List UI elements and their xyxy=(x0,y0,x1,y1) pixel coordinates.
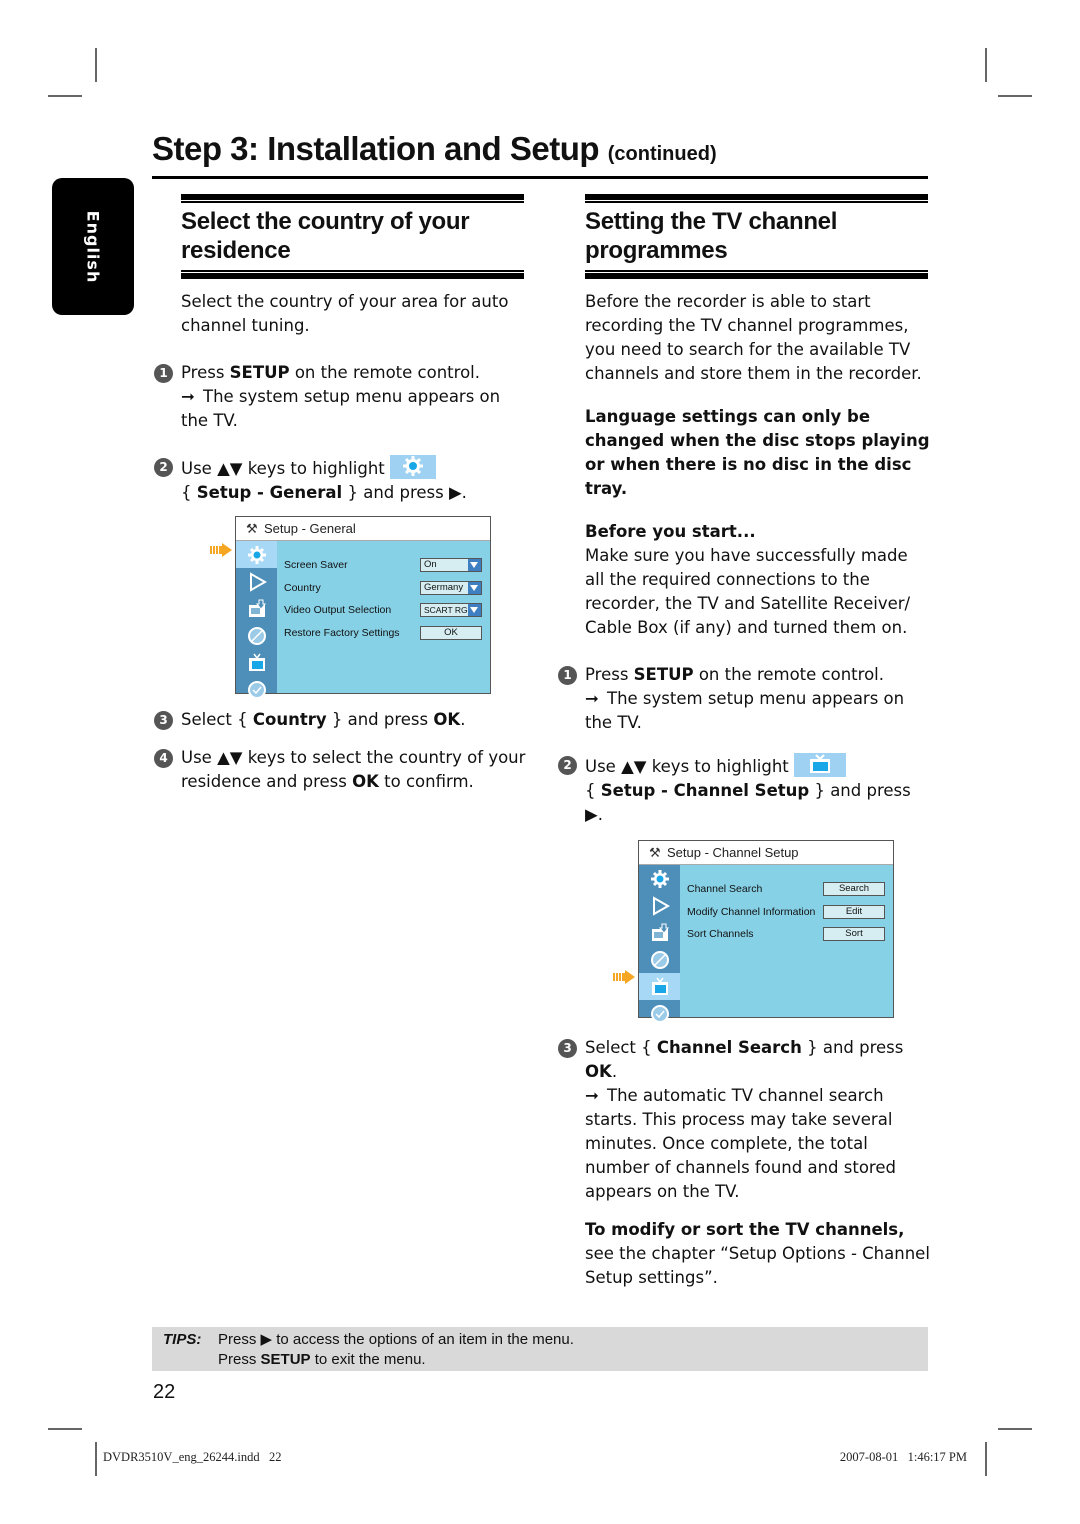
step-1: 1 Press SETUP on the remote control. ➞ Th… xyxy=(154,361,526,433)
continued-label: (continued) xyxy=(607,143,717,165)
menu-row-screen-saver[interactable]: Screen Saver On xyxy=(284,554,482,577)
step-number: 3 xyxy=(558,1039,577,1058)
before-text: Make sure you have successfully made all… xyxy=(585,546,911,637)
ok-button[interactable]: OK xyxy=(420,625,482,640)
left-column: Select the country of your area for auto… xyxy=(154,290,526,505)
step-2: 2 Use ▲▼ keys to highlight { Setup - Gen… xyxy=(154,455,526,505)
page-title: Step 3: Installation and Setup (continue… xyxy=(152,130,717,168)
language-tab: English xyxy=(52,178,134,315)
menu-title-bar: ⚒ Setup - General xyxy=(236,517,490,541)
crop-mark xyxy=(998,95,1032,97)
left-column-lower: 3 Select { Country } and press OK. 4 Use… xyxy=(154,708,526,794)
menu-row-restore-factory[interactable]: Restore Factory Settings OK xyxy=(284,622,482,645)
tips-label: TIPS: xyxy=(163,1331,202,1348)
step-number: 2 xyxy=(558,756,577,775)
edit-button[interactable]: Edit xyxy=(823,904,885,919)
dropdown[interactable]: Germany xyxy=(420,580,482,595)
step-3: 3 Select { Channel Search } and press OK… xyxy=(558,1036,930,1204)
crop-mark xyxy=(95,1442,97,1476)
menu-sidebar xyxy=(236,541,277,699)
right-column-lower: 3 Select { Channel Search } and press OK… xyxy=(558,1036,930,1290)
sort-button[interactable]: Sort xyxy=(823,927,885,942)
result-arrow-icon: ➞ xyxy=(585,689,599,708)
menu-title-bar: ⚒ Setup - Channel Setup xyxy=(639,841,893,865)
record-icon[interactable] xyxy=(639,919,680,946)
clock-icon[interactable] xyxy=(639,1000,680,1027)
section-heading-channels: Setting the TV channel programmes xyxy=(585,207,837,265)
menu-rows: Channel Search Search Modify Channel Info… xyxy=(687,878,885,946)
dropdown[interactable]: On xyxy=(420,558,482,573)
step-4: 4 Use ▲▼ keys to select the country of y… xyxy=(154,746,526,794)
crop-mark xyxy=(48,1428,82,1430)
pointer-arrow-icon xyxy=(613,970,635,984)
crop-mark xyxy=(48,95,82,97)
step-number: 3 xyxy=(154,711,173,730)
footer-file: DVDR3510V_eng_26244.indd 22 xyxy=(103,1450,282,1464)
heading-line: programmes xyxy=(585,237,728,264)
step-1: 1 Press SETUP on the remote control. ➞ Th… xyxy=(558,663,930,735)
menu-row-video-output[interactable]: Video Output Selection SCART RGB xyxy=(284,599,482,622)
gear-icon[interactable] xyxy=(236,541,277,568)
search-button[interactable]: Search xyxy=(823,882,885,897)
intro-text: Select the country of your area for auto… xyxy=(181,292,509,335)
right-column: Before the recorder is able to start rec… xyxy=(558,290,930,827)
tv-icon[interactable] xyxy=(236,649,277,676)
disc-icon[interactable] xyxy=(639,946,680,973)
before-title: Before you start... xyxy=(585,522,756,541)
warning-text: Language settings can only be changed wh… xyxy=(585,407,930,498)
step-2: 2 Use ▲▼ keys to highlight { Setup - Cha… xyxy=(558,753,930,827)
step-number: 2 xyxy=(154,458,173,477)
crop-mark xyxy=(985,1442,987,1476)
clock-icon[interactable] xyxy=(236,676,277,703)
footer-timestamp: 2007-08-01 1:46:17 PM xyxy=(839,1450,967,1464)
heading-line: Setting the TV channel xyxy=(585,208,838,235)
tips-box: TIPS: Press ▶ to access the options of an… xyxy=(152,1327,928,1371)
disc-icon[interactable] xyxy=(236,622,277,649)
section-rule-bottom xyxy=(585,270,928,279)
section-heading-country: Select the country of your residence xyxy=(181,207,470,265)
note-text: see the chapter “Setup Options - Channel… xyxy=(585,1244,930,1287)
title-divider xyxy=(152,176,928,179)
gear-icon xyxy=(390,455,437,479)
step-number: 1 xyxy=(154,364,173,383)
play-icon[interactable] xyxy=(236,568,277,595)
heading-line: Select the country of your xyxy=(181,208,470,235)
crop-mark xyxy=(998,1428,1032,1430)
menu-row-country[interactable]: Country Germany xyxy=(284,577,482,600)
tv-icon[interactable] xyxy=(639,973,680,1000)
language-label: English xyxy=(83,210,103,283)
menu-row-sort-channels[interactable]: Sort Channels Sort xyxy=(687,923,885,946)
crop-mark xyxy=(985,48,987,82)
menu-rows: Screen Saver On Country Germany Video Outp… xyxy=(284,554,482,644)
page-number: 22 xyxy=(153,1381,176,1403)
tools-icon: ⚒ xyxy=(246,521,258,536)
menu-row-channel-search[interactable]: Channel Search Search xyxy=(687,878,885,901)
step-3: 3 Select { Country } and press OK. xyxy=(154,708,526,732)
record-icon[interactable] xyxy=(236,595,277,622)
play-icon[interactable] xyxy=(639,892,680,919)
dropdown[interactable]: SCART RGB xyxy=(420,603,482,618)
gear-icon[interactable] xyxy=(639,865,680,892)
page-title-text: Step 3: Installation and Setup xyxy=(152,130,600,167)
section-rule-top xyxy=(585,194,928,203)
crop-mark xyxy=(95,48,97,82)
result-arrow-icon: ➞ xyxy=(181,387,195,406)
tv-icon xyxy=(794,753,847,777)
note-title: To modify or sort the TV channels, xyxy=(585,1220,905,1239)
setup-general-menu: ⚒ Setup - General Screen Saver On Country G… xyxy=(235,516,491,699)
pointer-arrow-icon xyxy=(210,543,232,557)
menu-sidebar xyxy=(639,865,680,1023)
step-number: 1 xyxy=(558,666,577,685)
section-rule-top xyxy=(181,194,524,203)
intro-text: Before the recorder is able to start rec… xyxy=(585,292,922,383)
heading-line: residence xyxy=(181,237,291,264)
step-number: 4 xyxy=(154,749,173,768)
result-arrow-icon: ➞ xyxy=(585,1086,599,1105)
setup-channel-menu: ⚒ Setup - Channel Setup Channel Search Sea… xyxy=(638,840,894,1023)
play-icon: ▶ xyxy=(260,1331,273,1348)
section-rule-bottom xyxy=(181,270,524,279)
tools-icon: ⚒ xyxy=(649,845,661,860)
menu-row-modify-channel[interactable]: Modify Channel Information Edit xyxy=(687,901,885,924)
